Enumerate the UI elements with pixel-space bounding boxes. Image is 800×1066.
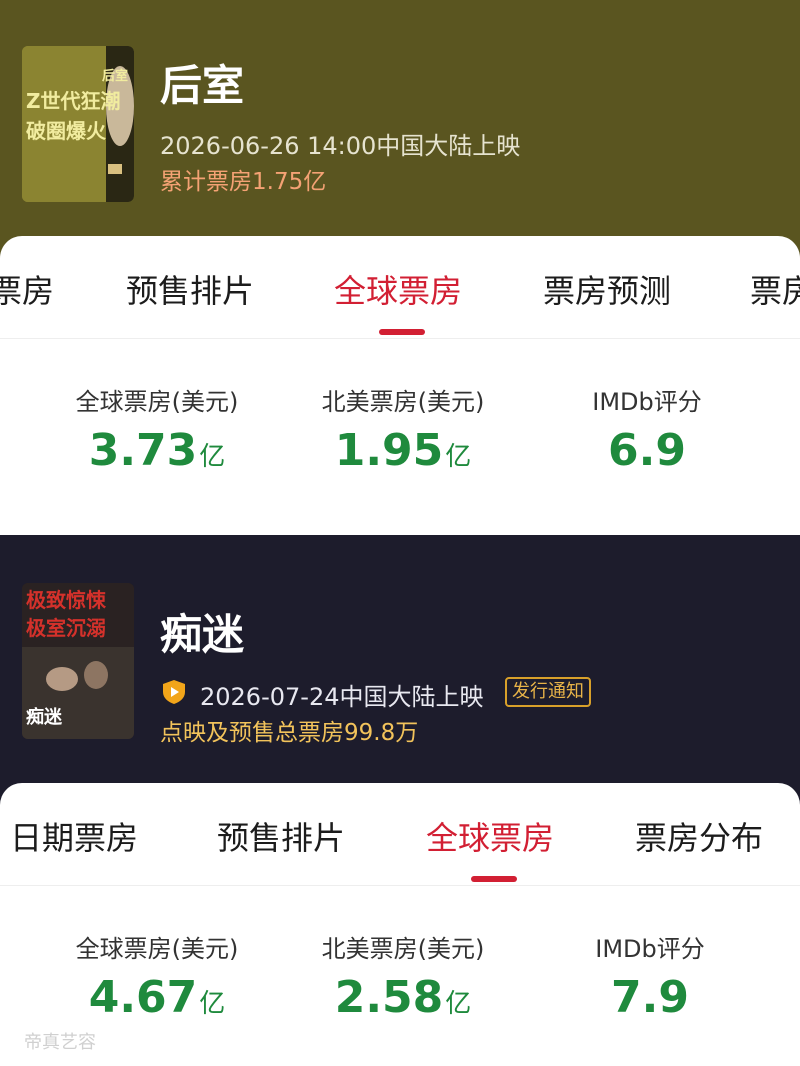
tab-global-box-office[interactable]: 全球票房 [334, 266, 462, 312]
poster-text-2: 极室沉溺 [26, 616, 106, 640]
tab-box-office-distribution[interactable]: 票房分布 [635, 813, 763, 859]
tab-presale-schedule[interactable]: 预售排片 [126, 266, 254, 312]
movie-title[interactable]: 痴迷 [160, 601, 244, 662]
poster-text-2: 破圈爆火 [26, 119, 107, 143]
movie-card-obsession[interactable]: 极致惊悚 极室沉溺 痴迷 痴迷 2026-07-24中国大陆上映 发行通知 点映… [0, 535, 800, 1066]
watermark: 帝真艺容 [24, 1032, 96, 1053]
poster-text-1: 极致惊悚 [26, 588, 107, 612]
stat-number: 3.73 [88, 425, 198, 476]
tab-bar: 日期票房 预售排片 全球票房 票房分布 [0, 783, 800, 886]
release-date: 2026-07-24中国大陆上映 [200, 683, 484, 711]
tab-daily-box-office[interactable]: 日期票房 [10, 813, 138, 859]
tab-box-office-more[interactable]: 票房 [750, 266, 800, 312]
stat-number: 2.58 [334, 972, 444, 1023]
stat-imdb-rating: IMDb评分 7.9 [530, 929, 770, 1023]
stat-label: 北美票房(美元) [321, 935, 485, 963]
stat-unit: 亿 [445, 442, 472, 472]
poster-text-3: 后室 [102, 68, 128, 84]
stats-card: 日期票房 预售排片 全球票房 票房分布 全球票房(美元) 4.67亿 北美票房(… [0, 783, 800, 1066]
movie-poster[interactable]: Z世代狂潮 破圈爆火 后室 [22, 46, 134, 202]
active-tab-indicator [379, 329, 425, 335]
stat-value: 7.9 [530, 972, 770, 1023]
stat-label: IMDb评分 [592, 388, 702, 416]
poster-image: 极致惊悚 极室沉溺 痴迷 [22, 583, 134, 739]
shield-play-icon [163, 680, 185, 704]
stat-number: 1.95 [334, 425, 444, 476]
stat-value: 6.9 [527, 425, 767, 476]
stat-label: IMDb评分 [595, 935, 705, 963]
movie-card-backrooms[interactable]: Z世代狂潮 破圈爆火 后室 后室 2026-06-26 14:00中国大陆上映 … [0, 0, 800, 535]
stat-value: 2.58亿 [283, 972, 523, 1023]
tab-box-office[interactable]: 票房 [0, 266, 54, 312]
movie-title[interactable]: 后室 [160, 52, 244, 113]
stat-value: 1.95亿 [283, 425, 523, 476]
poster-text-3: 痴迷 [26, 706, 63, 728]
stat-unit: 亿 [199, 442, 226, 472]
stat-number: 7.9 [611, 972, 689, 1023]
stat-global-box-office: 全球票房(美元) 3.73亿 [37, 382, 277, 476]
tab-presale-schedule[interactable]: 预售排片 [217, 813, 345, 859]
tab-bar: 票房 预售排片 全球票房 票房预测 票房 [0, 236, 800, 339]
tab-global-box-office[interactable]: 全球票房 [426, 813, 554, 859]
stat-number: 4.67 [88, 972, 198, 1023]
stats-card: 票房 预售排片 全球票房 票房预测 票房 全球票房(美元) 3.73亿 北美票房… [0, 236, 800, 535]
stat-label: 全球票房(美元) [75, 935, 239, 963]
cumulative-box-office: 累计票房1.75亿 [160, 169, 327, 195]
release-notice-badge[interactable]: 发行通知 [505, 677, 591, 707]
stat-value: 3.73亿 [37, 425, 277, 476]
stat-label: 北美票房(美元) [321, 388, 485, 416]
presale-box-office: 点映及预售总票房99.8万 [160, 720, 419, 746]
poster-text-1: Z世代狂潮 [26, 89, 121, 113]
stat-unit: 亿 [199, 989, 226, 1019]
stat-north-america-box-office: 北美票房(美元) 2.58亿 [283, 929, 523, 1023]
stat-number: 6.9 [608, 425, 686, 476]
stat-value: 4.67亿 [37, 972, 277, 1023]
stat-unit: 亿 [445, 989, 472, 1019]
stat-imdb-rating: IMDb评分 6.9 [527, 382, 767, 476]
stat-global-box-office: 全球票房(美元) 4.67亿 [37, 929, 277, 1023]
movie-poster[interactable]: 极致惊悚 极室沉溺 痴迷 [22, 583, 134, 739]
tab-box-office-forecast[interactable]: 票房预测 [543, 266, 671, 312]
release-date: 2026-06-26 14:00中国大陆上映 [160, 132, 521, 160]
stat-north-america-box-office: 北美票房(美元) 1.95亿 [283, 382, 523, 476]
stat-label: 全球票房(美元) [75, 388, 239, 416]
active-tab-indicator [471, 876, 517, 882]
poster-image: Z世代狂潮 破圈爆火 后室 [22, 46, 134, 202]
